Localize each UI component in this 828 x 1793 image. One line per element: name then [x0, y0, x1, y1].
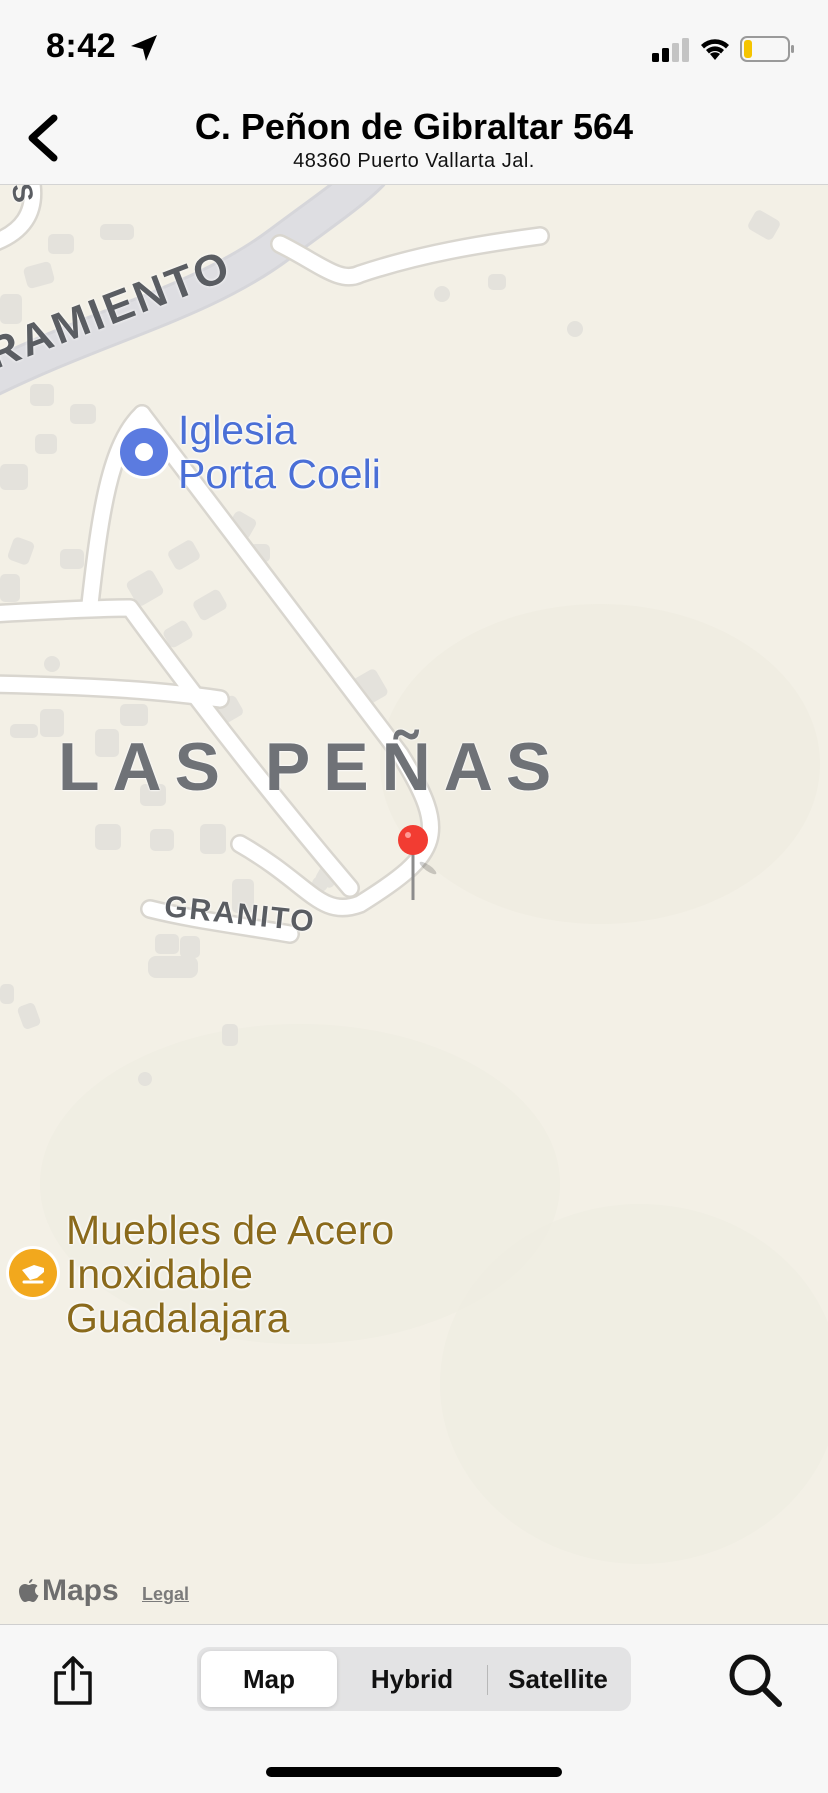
chevron-left-icon[interactable]: [18, 110, 70, 166]
poi-store-line2: Inoxidable: [66, 1251, 253, 1297]
maps-attribution: Maps: [18, 1574, 119, 1609]
wifi-icon: [701, 39, 729, 60]
legal-link[interactable]: Legal: [142, 1584, 189, 1605]
neighborhood-label: LAS PEÑAS: [58, 729, 565, 805]
segment-map[interactable]: Map: [201, 1651, 337, 1707]
battery-low-icon: [740, 36, 794, 62]
segment-satellite[interactable]: Satellite: [489, 1651, 627, 1707]
navigation-header: C. Peñon de Gibraltar 564 48360 Puerto V…: [0, 92, 828, 185]
home-indicator: [266, 1767, 562, 1777]
status-bar: 8:42: [0, 0, 828, 92]
red-pin-icon[interactable]: [388, 824, 448, 904]
map-view[interactable]: S RAMIENTO GRANITO LAS PEÑAS Iglesia Por…: [0, 184, 828, 1624]
cellular-signal-icon: [652, 38, 689, 62]
bottom-toolbar: Map Hybrid Satellite: [0, 1624, 828, 1793]
map-type-segmented-control: Map Hybrid Satellite: [197, 1647, 631, 1711]
poi-church-line2: Porta Coeli: [178, 451, 381, 497]
poi-store-line3: Guadalajara: [66, 1295, 290, 1341]
apple-maps-logo: Maps: [18, 1574, 119, 1608]
share-icon[interactable]: [50, 1655, 96, 1707]
apple-logo-icon: [19, 1579, 39, 1602]
address-subtitle: 48360 Puerto Vallarta Jal.: [293, 150, 535, 172]
poi-church-line1: Iglesia: [178, 407, 297, 453]
map-base-layer: [0, 184, 828, 1564]
page-title: C. Peñon de Gibraltar 564: [194, 106, 634, 147]
search-icon[interactable]: [726, 1651, 784, 1709]
segment-divider: [487, 1665, 488, 1695]
location-arrow-icon: [131, 35, 157, 61]
shopping-bag-icon: [6, 1246, 60, 1300]
maps-brand-text: Maps: [42, 1574, 119, 1607]
poi-store-line1: Muebles de Acero: [66, 1207, 395, 1253]
place-of-worship-icon: [117, 425, 171, 479]
segment-hybrid[interactable]: Hybrid: [342, 1651, 482, 1707]
status-time: 8:42: [46, 27, 117, 65]
